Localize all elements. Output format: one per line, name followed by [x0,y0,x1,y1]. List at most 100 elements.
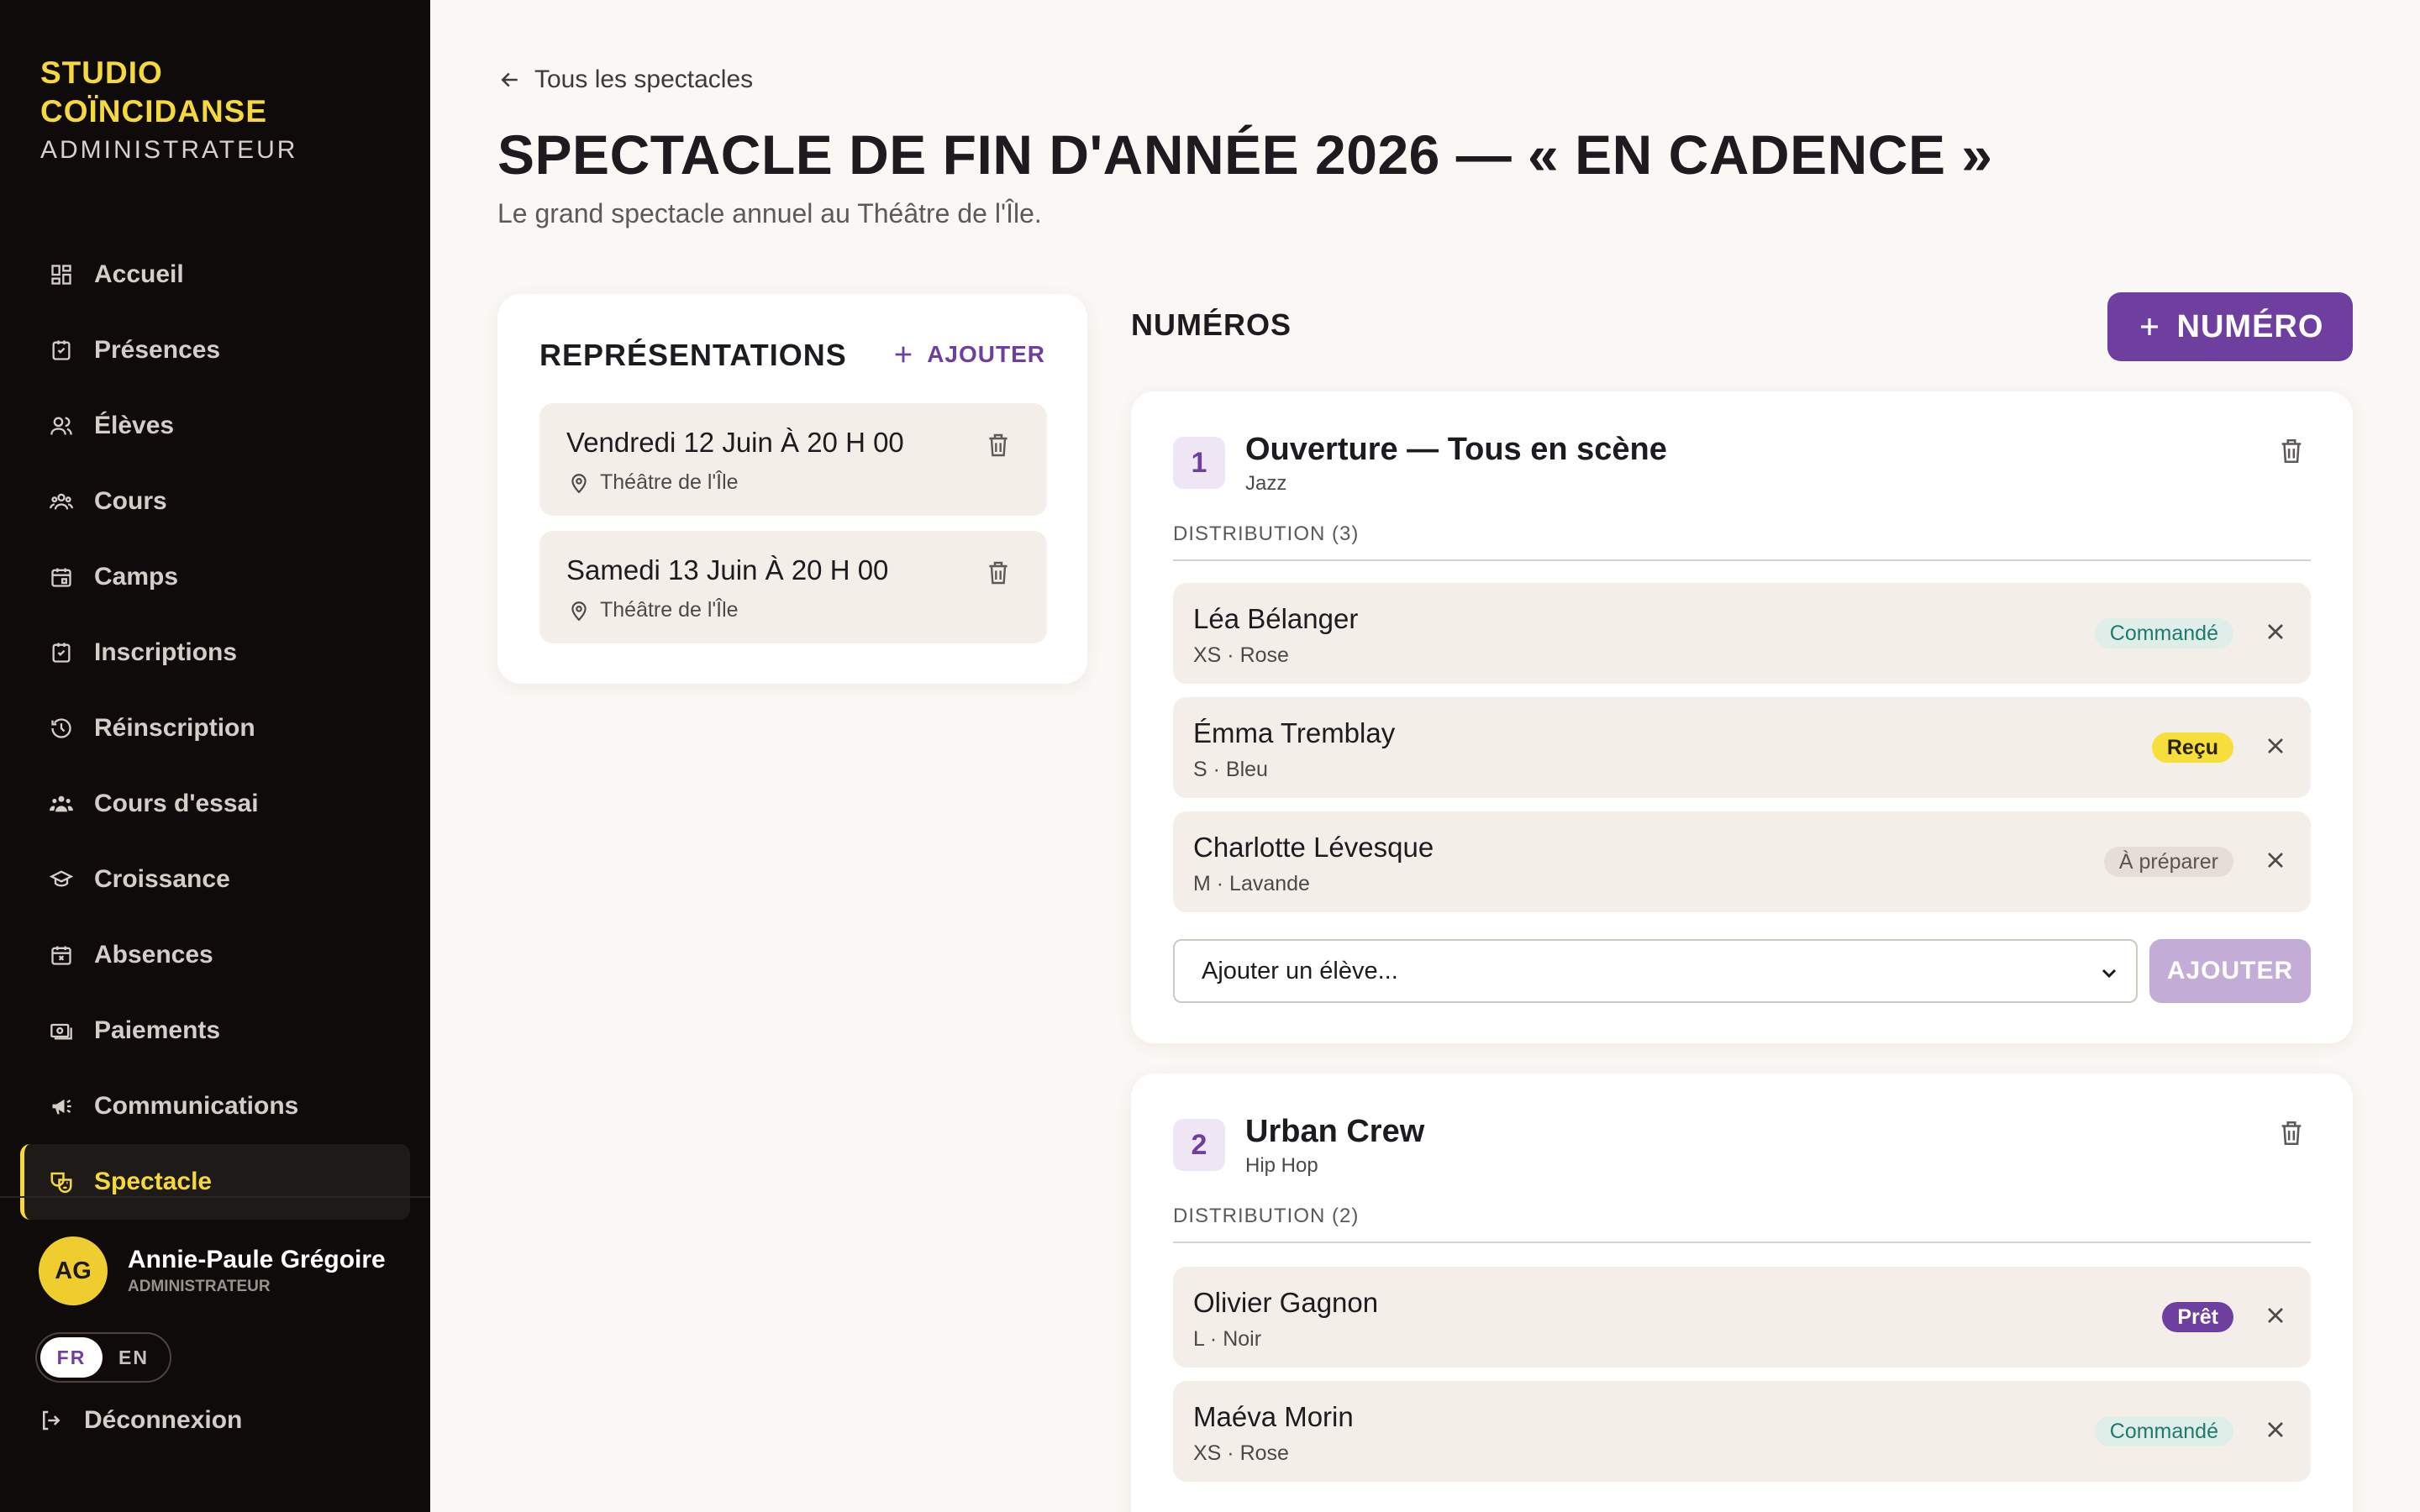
costume-status-badge: À préparer [2103,847,2233,877]
remove-dancer-icon[interactable] [2262,732,2289,759]
back-link[interactable]: Tous les spectacles [497,66,753,94]
lang-en-button[interactable]: EN [103,1337,165,1378]
lang-fr-button[interactable]: FR [40,1337,103,1378]
sidebar-item-camps[interactable]: Camps [20,539,410,615]
avatar: AG [39,1236,108,1305]
sidebar-item-cours[interactable]: Cours [20,464,410,539]
dancer-row: Charlotte Lévesque M · Lavande À prépare… [1173,811,2311,912]
map-pin-icon [568,472,590,494]
representation-item[interactable]: Vendredi 12 Juin À 20 H 00 Théâtre de l'… [539,403,1047,516]
map-pin-icon [568,600,590,622]
dashboard-icon [49,262,74,287]
dancer-costume: S · Bleu [1193,758,1268,781]
delete-numero-icon[interactable] [2277,1119,2306,1147]
remove-dancer-icon[interactable] [2262,1416,2289,1443]
dancer-costume: XS · Rose [1193,1441,1289,1465]
remove-dancer-icon[interactable] [2262,1302,2289,1329]
brand: STUDIO COÏNCIDANSE ADMINISTRATEUR [40,54,297,165]
remove-dancer-icon[interactable] [2262,618,2289,645]
sidebar-item-label: Inscriptions [94,638,238,666]
add-representation-label: AJOUTER [927,341,1045,367]
dancer-costume: XS · Rose [1193,643,1289,667]
costume-status-badge: Prêt [2162,1302,2233,1332]
distribution-divider [1173,559,2311,561]
dancer-name: Léa Bélanger [1193,603,1359,634]
representation-date: Vendredi 12 Juin À 20 H 00 [566,427,904,458]
dancer-name: Émma Tremblay [1193,717,1396,748]
sidebar-item-spectacle[interactable]: Spectacle [20,1144,410,1220]
representation-date: Samedi 13 Juin À 20 H 00 [566,554,889,585]
numero-number: 1 [1173,437,1225,489]
sidebar-item-cours-essai[interactable]: Cours d'essai [20,766,410,842]
sidebar-item-eleves[interactable]: Élèves [20,388,410,464]
logout-button[interactable]: Déconnexion [39,1406,242,1435]
brand-role: ADMINISTRATEUR [40,136,298,164]
group-icon [49,791,74,816]
representation-item[interactable]: Samedi 13 Juin À 20 H 00 Théâtre de l'Îl… [539,531,1047,643]
calendar-icon [49,564,74,590]
dancer-costume: L · Noir [1193,1327,1262,1351]
costume-status-badge: Commandé [2094,1416,2233,1446]
sidebar-item-croissance[interactable]: Croissance [20,842,410,917]
add-numero-label: NUMÉRO [2176,308,2324,344]
user-role: ADMINISTRATEUR [128,1278,271,1295]
dancer-name: Olivier Gagnon [1193,1287,1379,1318]
add-student-select[interactable]: Ajouter un élève... [1173,939,2138,1003]
dancer-costume: M · Lavande [1193,872,1310,895]
sidebar-item-label: Spectacle [94,1168,213,1195]
numero-name: Ouverture — Tous en scène [1245,432,1667,467]
sidebar: STUDIO COÏNCIDANSE ADMINISTRATEUR Accuei… [0,0,430,1512]
checklist-icon [49,640,74,665]
sidebar-item-label: Cours [94,487,167,515]
representations-title: REPRÉSENTATIONS [539,338,847,372]
sidebar-item-label: Absences [94,941,213,969]
history-icon [49,716,74,741]
sidebar-item-label: Camps [94,563,179,591]
sidebar-item-label: Croissance [94,865,230,893]
costume-status-badge: Reçu [2151,732,2233,763]
sidebar-item-paiements[interactable]: Paiements [20,993,410,1068]
sidebar-item-label: Cours d'essai [94,790,259,817]
numero-style: Hip Hop [1245,1154,1318,1177]
representation-place: Théâtre de l'Île [568,598,739,622]
sidebar-item-label: Présences [94,336,221,364]
calendar-x-icon [49,942,74,968]
plus-icon [2137,314,2162,339]
numero-style: Jazz [1245,472,1287,495]
dancer-row: Léa Bélanger XS · Rose Commandé [1173,583,2311,684]
add-numero-button[interactable]: NUMÉRO [2107,292,2353,361]
delete-representation-icon[interactable] [985,559,1012,586]
representations-card: REPRÉSENTATIONS AJOUTER Vendredi 12 Juin… [497,294,1087,684]
add-student-button[interactable]: AJOUTER [2149,939,2311,1003]
sidebar-item-presences[interactable]: Présences [20,312,410,388]
distribution-divider [1173,1242,2311,1243]
user-info: Annie-Paule Grégoire ADMINISTRATEUR [128,1246,386,1296]
representation-place-label: Théâtre de l'Île [600,598,739,622]
numeros-title: NUMÉROS [1131,307,1292,342]
arrow-left-icon [497,67,523,92]
sidebar-item-label: Communications [94,1092,299,1120]
delete-representation-icon[interactable] [985,432,1012,459]
page-title: SPECTACLE DE FIN D'ANNÉE 2026 — « EN CAD… [497,123,1993,186]
sidebar-item-accueil[interactable]: Accueil [20,237,410,312]
dancer-name: Maéva Morin [1193,1401,1354,1432]
sidebar-item-communications[interactable]: Communications [20,1068,410,1144]
sidebar-item-reinscription[interactable]: Réinscription [20,690,410,766]
distribution-label: DISTRIBUTION (2) [1173,1205,1360,1227]
delete-numero-icon[interactable] [2277,437,2306,465]
remove-dancer-icon[interactable] [2262,847,2289,874]
brand-name-line-2: COÏNCIDANSE [40,94,268,129]
sidebar-item-label: Accueil [94,260,184,288]
sidebar-item-absences[interactable]: Absences [20,917,410,993]
representation-place: Théâtre de l'Île [568,470,739,495]
back-link-label: Tous les spectacles [534,66,754,93]
brand-name-line-1: STUDIO [40,55,163,90]
page-subtitle: Le grand spectacle annuel au Théâtre de … [497,198,1042,228]
user-profile[interactable]: AG Annie-Paule Grégoire ADMINISTRATEUR [39,1236,386,1305]
add-representation-button[interactable]: AJOUTER [892,341,1045,368]
sidebar-item-inscriptions[interactable]: Inscriptions [20,615,410,690]
group-icon [49,489,74,514]
language-toggle: FR EN [35,1332,171,1383]
user-name: Annie-Paule Grégoire [128,1246,386,1273]
money-icon [49,1018,74,1043]
